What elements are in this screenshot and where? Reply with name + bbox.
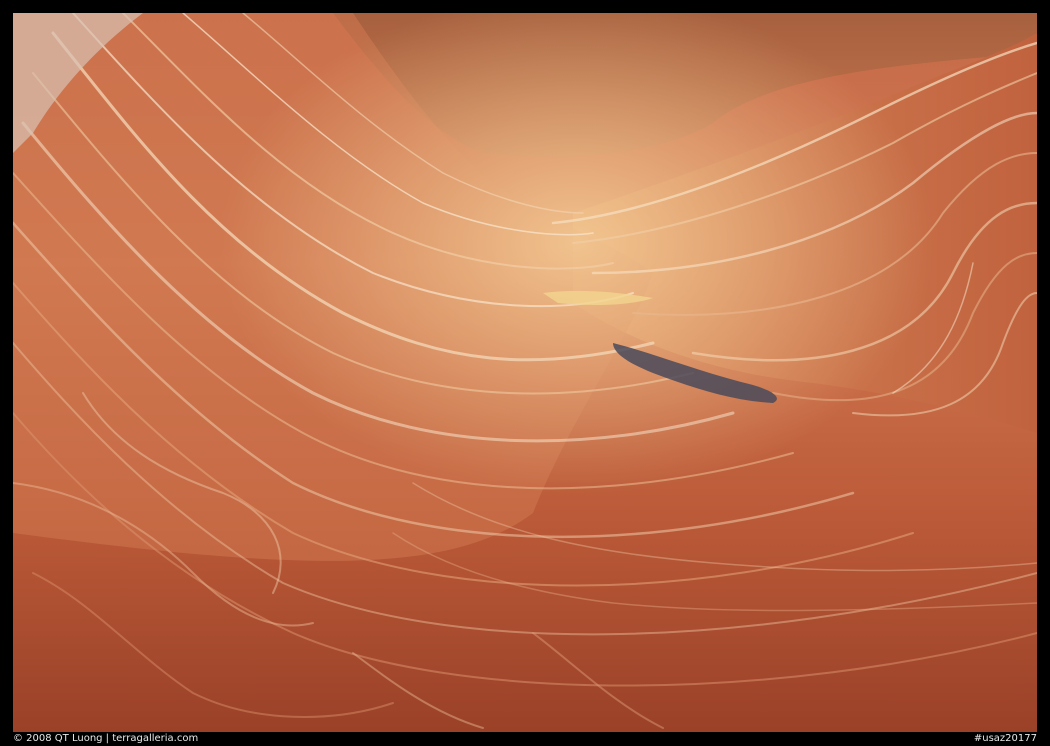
photo-frame: © 2008 QT Luong | terragalleria.com #usa… bbox=[0, 0, 1050, 746]
trough-glow bbox=[13, 13, 1037, 732]
sandstone-wave-photo bbox=[13, 13, 1037, 732]
photo-credit: © 2008 QT Luong | terragalleria.com bbox=[13, 733, 199, 744]
image-id: #usaz20177 bbox=[973, 733, 1037, 744]
sandstone-wave-illustration bbox=[13, 13, 1037, 732]
